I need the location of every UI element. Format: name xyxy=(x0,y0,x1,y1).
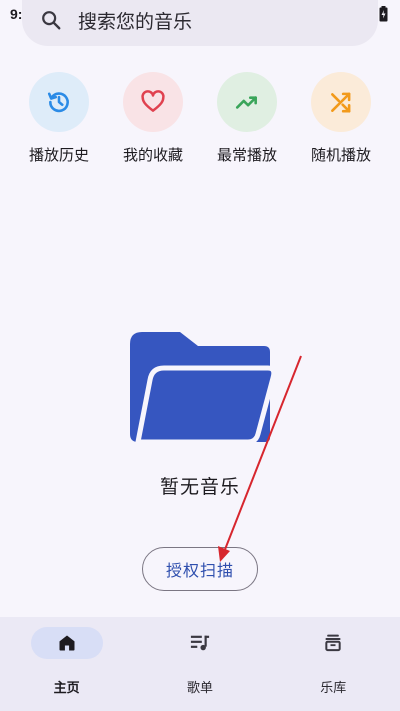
quick-action-label: 最常播放 xyxy=(216,146,277,164)
quick-action-history[interactable]: 播放历史 xyxy=(17,72,101,165)
heart-icon-circle xyxy=(123,72,183,132)
quick-action-label: 随机播放 xyxy=(310,146,371,164)
quick-action-favorites[interactable]: 我的收藏 xyxy=(111,72,195,165)
nav-label: 歌单 xyxy=(186,681,213,696)
authorize-scan-button[interactable]: 授权扫描 xyxy=(142,547,258,591)
history-icon xyxy=(47,92,69,113)
folder-icon xyxy=(130,332,276,444)
history-icon-circle xyxy=(29,72,89,132)
home-icon xyxy=(59,635,75,651)
app-screen: 9:06 搜索您的音乐 xyxy=(0,0,400,711)
search-bar[interactable]: 搜索您的音乐 xyxy=(22,0,378,46)
nav-item-playlists[interactable]: 歌单 xyxy=(145,617,255,711)
nav-label: 主页 xyxy=(53,681,80,696)
nav-icon-wrap xyxy=(297,627,369,659)
library-icon xyxy=(325,634,341,652)
search-icon xyxy=(42,11,61,30)
heart-icon xyxy=(141,90,165,112)
battery-icon xyxy=(379,6,388,22)
quick-action-label: 播放历史 xyxy=(28,146,89,164)
nav-item-library[interactable]: 乐库 xyxy=(278,617,388,711)
empty-state-message: 暂无音乐 xyxy=(159,476,240,498)
shuffle-icon xyxy=(331,92,351,113)
playlist-icon xyxy=(190,635,210,651)
quick-action-label: 我的收藏 xyxy=(122,146,183,164)
trending-up-icon-circle xyxy=(217,72,277,132)
bottom-navigation: 主页 歌单 乐库 xyxy=(0,617,400,711)
search-placeholder: 搜索您的音乐 xyxy=(78,10,193,33)
nav-active-indicator xyxy=(30,627,103,659)
nav-label: 乐库 xyxy=(320,681,347,696)
quick-action-most-played[interactable]: 最常播放 xyxy=(205,72,289,165)
quick-actions: 播放历史 我的收藏 最常播放 随机播放 xyxy=(0,72,400,165)
nav-icon-wrap xyxy=(164,627,236,659)
nav-item-home[interactable]: 主页 xyxy=(12,617,122,711)
trending-up-icon xyxy=(235,96,257,109)
quick-action-shuffle[interactable]: 随机播放 xyxy=(299,72,383,165)
shuffle-icon-circle xyxy=(311,72,371,132)
